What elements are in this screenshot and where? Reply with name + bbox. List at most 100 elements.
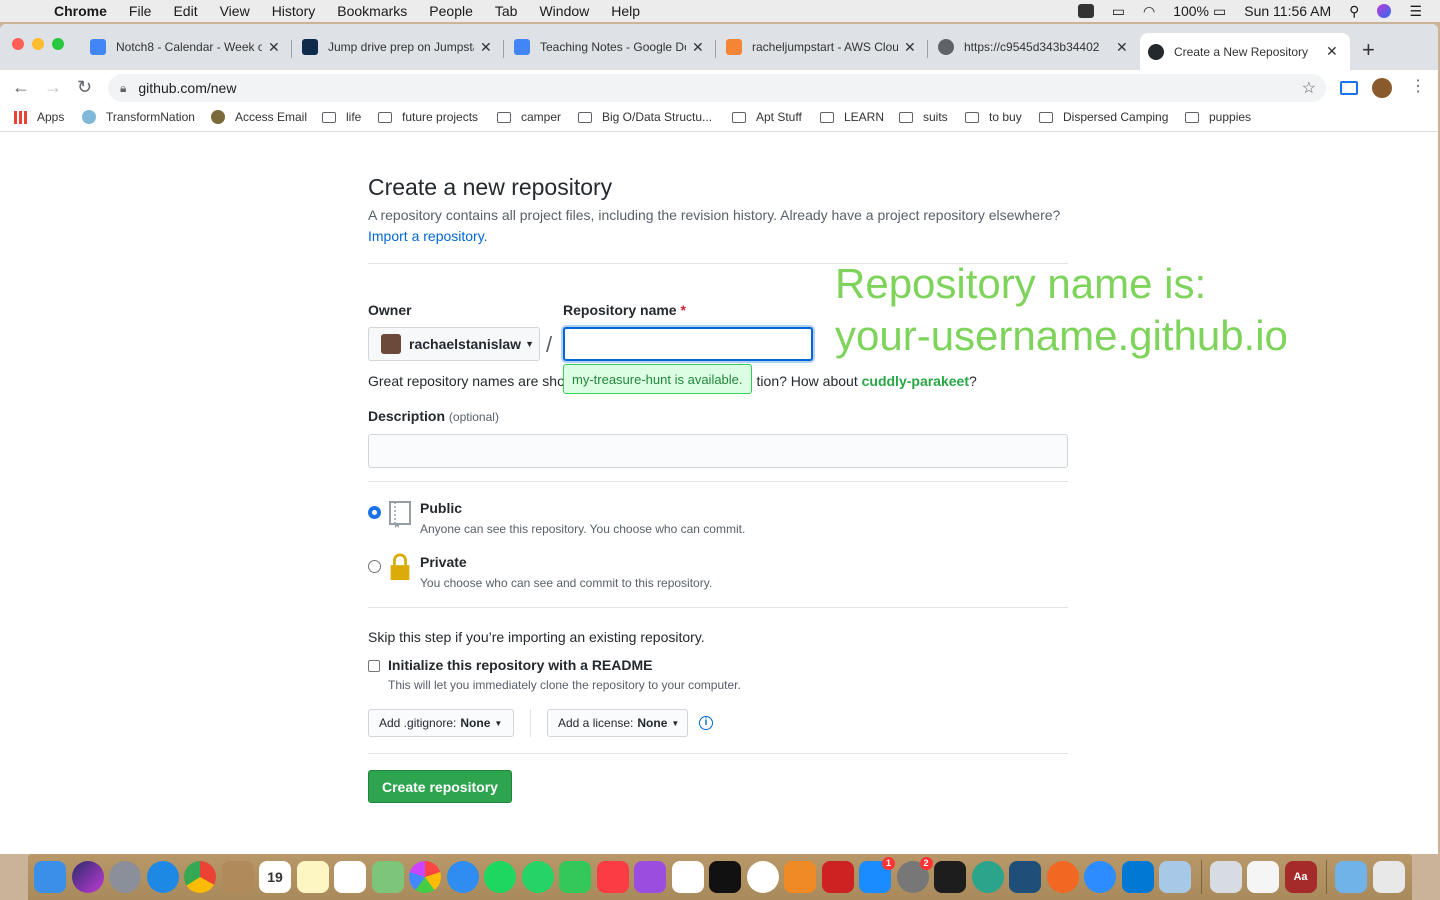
menu-view[interactable]: View: [220, 3, 250, 19]
owner-dropdown[interactable]: rachaelstanislaw ▼: [368, 327, 540, 361]
tab-calendar[interactable]: Notch8 - Calendar - Week of ✕: [82, 33, 280, 61]
calendar-app-icon[interactable]: 19: [259, 861, 291, 893]
chrome-menu-icon[interactable]: ⋮: [1410, 76, 1426, 96]
reminders-icon[interactable]: [334, 861, 366, 893]
bookmark-folder-big-o[interactable]: Big O/Data Structu...: [578, 110, 712, 124]
menu-tab[interactable]: Tab: [495, 3, 518, 19]
atom-icon[interactable]: [971, 861, 1004, 893]
screen-record-icon[interactable]: [1077, 4, 1094, 18]
tab-aws-cloud9[interactable]: racheljumpstart - AWS Cloud9 ✕: [718, 33, 916, 61]
siri-icon[interactable]: [71, 861, 104, 893]
podcasts-icon[interactable]: [634, 861, 666, 893]
siri-icon[interactable]: [1377, 4, 1392, 18]
apple-tv-icon[interactable]: [709, 861, 741, 893]
close-tab-icon[interactable]: ✕: [268, 39, 280, 56]
bookmark-folder-life[interactable]: life: [322, 110, 361, 124]
spotlight-search-icon[interactable]: ⚲: [1349, 3, 1359, 20]
facetime-icon[interactable]: [559, 861, 591, 893]
menu-edit[interactable]: Edit: [173, 3, 197, 19]
bookmark-folder-suits[interactable]: suits: [899, 110, 948, 124]
repository-name-input[interactable]: [563, 327, 813, 361]
license-dropdown[interactable]: Add a license: None ▼: [547, 709, 688, 737]
contacts-icon[interactable]: [221, 861, 254, 893]
close-tab-icon[interactable]: ✕: [480, 39, 492, 56]
close-tab-icon[interactable]: ✕: [904, 39, 916, 56]
close-window-button[interactable]: [12, 38, 24, 50]
reload-icon[interactable]: ↻: [77, 77, 92, 98]
safari-icon[interactable]: [146, 861, 179, 893]
info-icon[interactable]: i: [699, 716, 713, 730]
tab-github-new-repo[interactable]: Create a New Repository ✕: [1140, 33, 1350, 70]
battery-status[interactable]: 100%: [1173, 3, 1209, 19]
readme-checkbox[interactable]: [368, 660, 380, 672]
gitignore-dropdown[interactable]: Add .gitignore: None ▼: [368, 709, 514, 737]
profile-avatar[interactable]: [1372, 78, 1392, 98]
create-repository-button[interactable]: Create repository: [368, 770, 512, 803]
bookmark-folder-apt-stuff[interactable]: Apt Stuff: [732, 110, 802, 124]
wifi-icon[interactable]: ◠: [1143, 3, 1155, 20]
bookmark-apps[interactable]: Apps: [14, 110, 64, 124]
bookmark-folder-future-projects[interactable]: future projects: [378, 110, 478, 124]
minimize-window-button[interactable]: [32, 38, 44, 50]
bookmark-star-icon[interactable]: ☆: [1302, 78, 1316, 98]
music-icon[interactable]: [596, 861, 629, 893]
menu-bookmarks[interactable]: Bookmarks: [337, 3, 407, 19]
photo-booth-icon[interactable]: [821, 861, 854, 893]
readme-label[interactable]: Initialize this repository with a README: [388, 657, 652, 673]
bookmark-folder-camper[interactable]: camper: [497, 110, 561, 124]
close-tab-icon[interactable]: ✕: [1326, 43, 1338, 60]
downloads-folder-icon[interactable]: [1335, 861, 1367, 893]
cast-icon[interactable]: [1340, 81, 1358, 95]
menu-file[interactable]: File: [129, 3, 152, 19]
bookmark-transformnation[interactable]: TransformNation: [82, 110, 195, 124]
airplay-icon[interactable]: ▭: [1112, 3, 1125, 20]
preview-icon[interactable]: [1159, 861, 1191, 893]
chrome-icon[interactable]: [184, 861, 216, 893]
bookmark-folder-to-buy[interactable]: to buy: [965, 110, 1022, 124]
maps-icon[interactable]: [371, 861, 404, 893]
dictionary-icon[interactable]: Aa: [1284, 861, 1317, 893]
suggested-name-link[interactable]: cuddly-parakeet: [862, 373, 969, 389]
news-icon[interactable]: [746, 861, 779, 893]
close-tab-icon[interactable]: ✕: [1116, 39, 1128, 56]
private-radio[interactable]: [368, 560, 381, 573]
zoom-icon[interactable]: [1084, 861, 1116, 893]
books-icon[interactable]: [784, 861, 816, 893]
clock[interactable]: Sun 11:56 AM: [1244, 3, 1331, 19]
forward-arrow-icon[interactable]: →: [44, 77, 62, 98]
vscode-icon[interactable]: [1121, 861, 1154, 893]
menu-help[interactable]: Help: [611, 3, 640, 19]
trash-icon[interactable]: [1372, 861, 1405, 893]
photos-icon[interactable]: [409, 861, 441, 893]
finder-icon[interactable]: [34, 861, 66, 893]
terminal-icon[interactable]: [934, 861, 966, 893]
messages-icon[interactable]: [446, 861, 479, 893]
whatsapp-icon[interactable]: [521, 861, 554, 893]
bookmark-folder-puppies[interactable]: puppies: [1185, 110, 1251, 124]
app-store-icon[interactable]: 1: [859, 857, 895, 893]
tab-url[interactable]: https://c9545d343b34402 ✕: [930, 33, 1128, 61]
public-radio[interactable]: [368, 506, 381, 519]
lock-icon[interactable]: 🔒︎: [120, 81, 126, 96]
notification-center-icon[interactable]: ☰: [1409, 3, 1422, 20]
menu-people[interactable]: People: [429, 3, 473, 19]
menu-app-name[interactable]: Chrome: [54, 3, 107, 19]
new-tab-button[interactable]: +: [1362, 37, 1375, 63]
address-bar[interactable]: 🔒︎ github.com/new ☆: [108, 74, 1326, 102]
launchpad-icon[interactable]: [109, 861, 141, 893]
bookmark-folder-learn[interactable]: LEARN: [820, 110, 884, 124]
postman-icon[interactable]: [1046, 861, 1079, 893]
tab-google-docs[interactable]: Teaching Notes - Google Docs ✕: [506, 33, 704, 61]
menu-window[interactable]: Window: [539, 3, 589, 19]
menu-history[interactable]: History: [272, 3, 316, 19]
import-repository-link[interactable]: Import a repository.: [368, 228, 488, 244]
notes-icon[interactable]: [296, 861, 329, 893]
back-arrow-icon[interactable]: ←: [12, 77, 30, 98]
mysql-workbench-icon[interactable]: [1009, 861, 1041, 893]
close-tab-icon[interactable]: ✕: [692, 39, 704, 56]
tab-trello[interactable]: Jump drive prep on Jumpstart ✕: [294, 33, 492, 61]
maximize-window-button[interactable]: [52, 38, 64, 50]
bookmark-access-email[interactable]: Access Email: [211, 110, 307, 124]
spotify-icon[interactable]: [484, 861, 516, 893]
image-capture-icon[interactable]: [1209, 861, 1242, 893]
